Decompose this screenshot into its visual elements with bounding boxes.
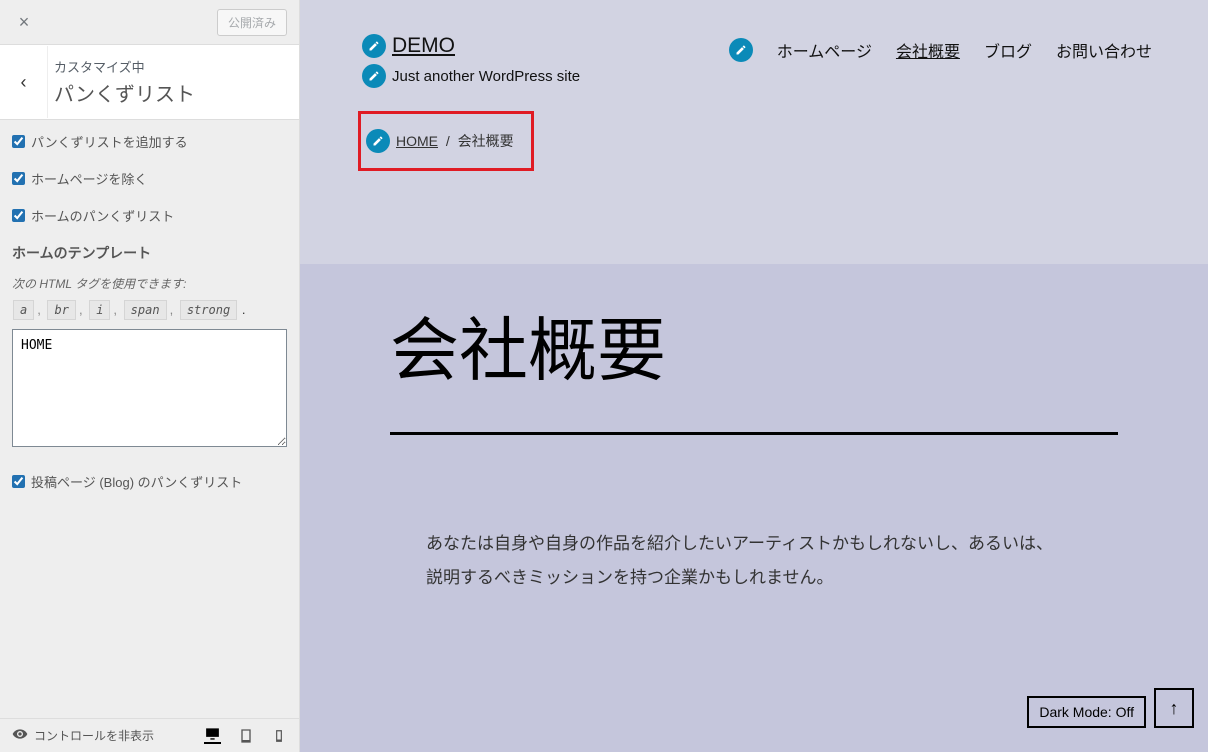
nav-home[interactable]: ホームページ [777,38,872,62]
tag-strong: strong [180,300,237,320]
tag-i: i [89,300,110,320]
device-mobile-icon[interactable] [270,727,287,744]
nav-contact[interactable]: お問い合わせ [1056,38,1152,62]
check-exclude-homepage[interactable]: ホームページを除く [12,169,287,188]
check-home-breadcrumbs-label: ホームのパンくずリスト [31,206,174,225]
customizing-label: カスタマイズ中 [54,57,195,76]
check-home-breadcrumbs-input[interactable] [12,209,25,222]
check-blog-breadcrumbs-label: 投稿ページ (Blog) のパンくずリスト [31,472,242,491]
page-title: 会社概要 [390,294,1118,394]
site-header: DEMO Just another WordPress site ホームページ … [300,0,1208,88]
edit-icon[interactable] [729,38,753,62]
edit-icon[interactable] [362,64,386,88]
breadcrumb-home[interactable]: HOME [396,133,438,149]
controls-pane: パンくずリストを追加する ホームページを除く ホームのパンくずリスト ホームのテ… [0,120,299,718]
nav-company[interactable]: 会社概要 [896,38,960,62]
toggle-controls[interactable]: コントロールを非表示 [12,726,188,745]
check-add-breadcrumbs[interactable]: パンくずリストを追加する [12,132,287,151]
check-exclude-homepage-input[interactable] [12,172,25,185]
check-home-breadcrumbs[interactable]: ホームのパンくずリスト [12,206,287,225]
edit-icon[interactable] [366,129,390,153]
nav-blog[interactable]: ブログ [984,38,1032,62]
check-exclude-homepage-label: ホームページを除く [31,169,147,188]
section-title: パンくずリスト [54,78,195,107]
tag-a: a [13,300,34,320]
title-divider [390,432,1118,435]
site-title[interactable]: DEMO [392,34,455,58]
page-body: あなたは自身や自身の作品を紹介したいアーティストかもしれないし、あるいは、説明す… [426,527,1066,595]
breadcrumb-highlight: HOME / 会社概要 [358,111,534,171]
allowed-tags: a, br, i, span, strong . [12,302,287,317]
arrow-up-icon: ↑ [1170,698,1179,719]
site-brand: DEMO Just another WordPress site [362,34,580,88]
check-add-breadcrumbs-input[interactable] [12,135,25,148]
close-button[interactable]: × [0,0,48,45]
page-content: 会社概要 あなたは自身や自身の作品を紹介したいアーティストかもしれないし、あるい… [300,264,1208,752]
check-blog-breadcrumbs-input[interactable] [12,475,25,488]
publish-button[interactable]: 公開済み [217,9,287,36]
check-blog-breadcrumbs[interactable]: 投稿ページ (Blog) のパンくずリスト [12,472,287,491]
home-template-heading: ホームのテンプレート [12,243,287,263]
eye-icon [12,726,28,745]
device-bar: コントロールを非表示 [0,718,299,752]
customizer-sidebar: × 公開済み ‹ カスタマイズ中 パンくずリスト パンくずリストを追加する ホー… [0,0,300,752]
dark-mode-button[interactable]: Dark Mode: Off [1027,696,1146,728]
tags-end: . [242,302,246,317]
preview-pane: DEMO Just another WordPress site ホームページ … [300,0,1208,752]
back-to-top-button[interactable]: ↑ [1154,688,1194,728]
toggle-controls-label: コントロールを非表示 [34,727,154,744]
device-tablet-icon[interactable] [237,727,254,744]
tag-br: br [47,300,75,320]
breadcrumb: HOME / 会社概要 [396,131,514,151]
breadcrumb-sep: / [446,133,450,149]
site-nav: ホームページ 会社概要 ブログ お問い合わせ [729,34,1152,62]
section-header: ‹ カスタマイズ中 パンくずリスト [0,45,299,120]
edit-icon[interactable] [362,34,386,58]
site-tagline: Just another WordPress site [392,68,580,85]
sidebar-topbar: × 公開済み [0,0,299,45]
device-desktop-icon[interactable] [204,727,221,744]
check-add-breadcrumbs-label: パンくずリストを追加する [31,132,188,151]
tag-span: span [124,300,167,320]
home-template-input[interactable] [12,329,287,447]
breadcrumb-current: 会社概要 [458,133,514,149]
tags-help: 次の HTML タグを使用できます: [12,275,287,292]
back-button[interactable]: ‹ [0,46,48,118]
